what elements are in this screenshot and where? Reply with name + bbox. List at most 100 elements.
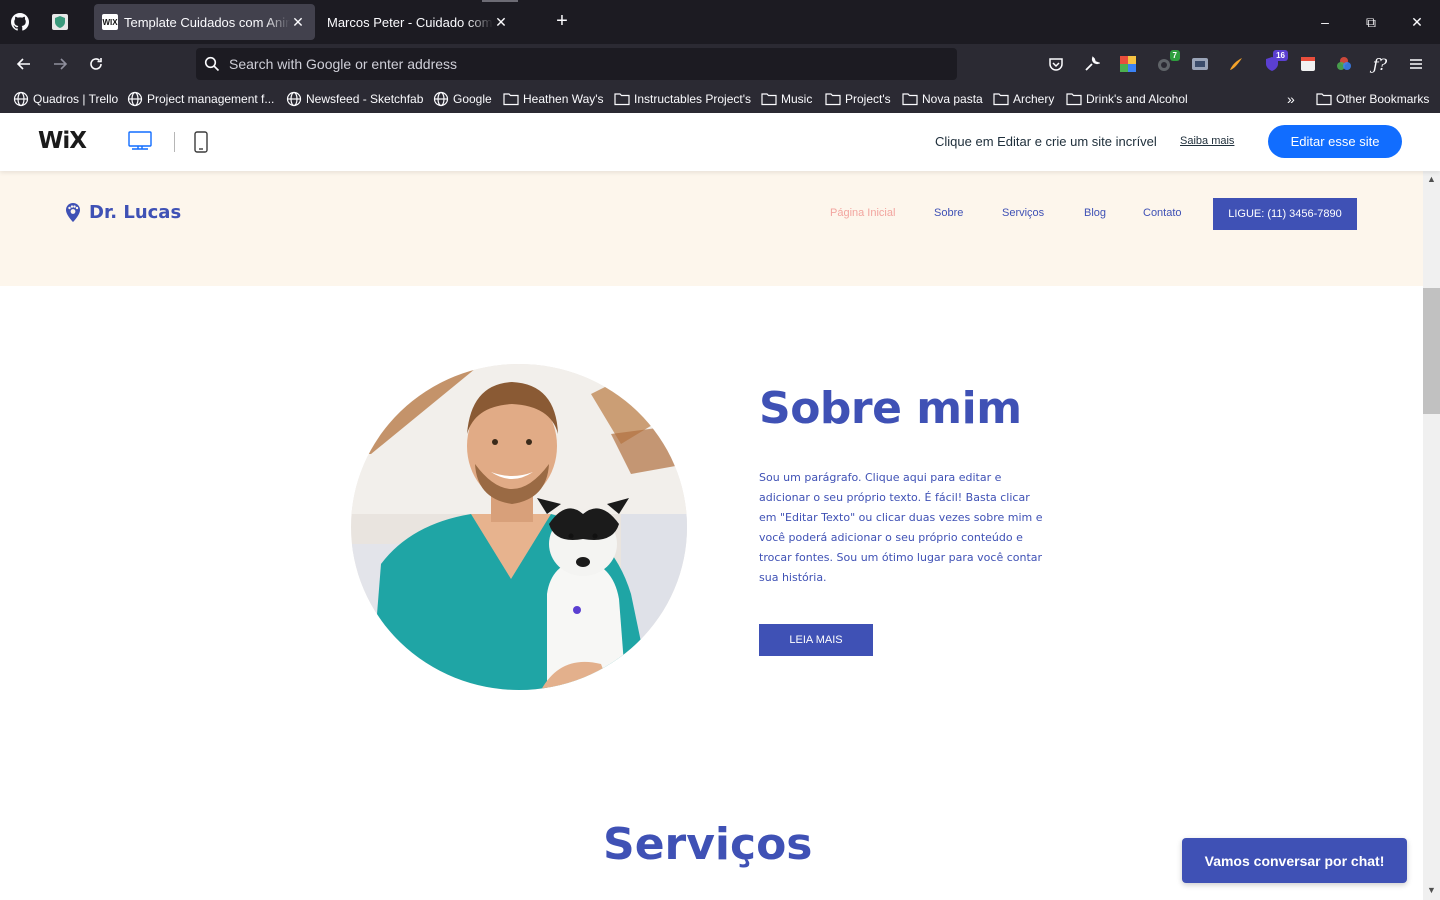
- back-arrow-icon[interactable]: [12, 52, 36, 76]
- address-bar[interactable]: [196, 48, 957, 80]
- wix-promo-text: Clique em Editar e crie um site incrível: [935, 134, 1157, 149]
- wix-favicon-icon: WIX: [102, 14, 118, 30]
- calendar-extension-icon[interactable]: [1298, 54, 1318, 74]
- folder-icon: [761, 93, 777, 106]
- chevron-double-right-icon[interactable]: »: [1287, 90, 1295, 108]
- brand-name: Dr. Lucas: [89, 201, 182, 223]
- bookmark-folder[interactable]: Nova pasta: [902, 90, 983, 108]
- browser-nav-bar: 7 16 ƒ?: [0, 44, 1440, 84]
- bookmark-label: Instructables Project's: [634, 92, 752, 106]
- screenshot-extension-icon[interactable]: [1190, 54, 1210, 74]
- extension-badge: 7: [1169, 50, 1180, 61]
- pocket-icon[interactable]: [1046, 54, 1066, 74]
- menu-item-about[interactable]: Sobre: [934, 207, 963, 219]
- edit-site-button[interactable]: Editar esse site: [1268, 125, 1402, 158]
- vet-with-dog-photo: [351, 364, 687, 690]
- address-input[interactable]: [229, 56, 929, 72]
- divider: [174, 132, 175, 152]
- read-more-button[interactable]: LEIA MAIS: [759, 624, 873, 656]
- folder-icon: [1316, 93, 1332, 106]
- menu-item-home[interactable]: Página Inicial: [830, 207, 895, 219]
- site-header: Dr. Lucas Página Inicial Sobre Serviços …: [0, 171, 1423, 286]
- bookmark-folder[interactable]: Drink's and Alcohol: [1066, 90, 1188, 108]
- bookmark-item[interactable]: Newsfeed - Sketchfab: [286, 90, 423, 108]
- close-tab-icon[interactable]: ✕: [493, 14, 509, 31]
- globe-icon: [13, 91, 29, 107]
- extension-badge: 16: [1273, 50, 1288, 61]
- search-icon: [204, 56, 220, 77]
- bookmark-label: Drink's and Alcohol: [1086, 92, 1188, 106]
- restore-button[interactable]: ⧉: [1348, 0, 1394, 44]
- wix-top-bar: WiX Clique em Editar e crie um site incr…: [0, 113, 1440, 171]
- folder-icon: [614, 93, 630, 106]
- menu-item-contact[interactable]: Contato: [1143, 207, 1182, 219]
- minimize-button[interactable]: –: [1302, 0, 1348, 44]
- tab-marcos-peter[interactable]: Marcos Peter - Cuidado com Animais ✕: [319, 4, 540, 40]
- mobile-view-icon[interactable]: [194, 131, 208, 158]
- scroll-up-icon[interactable]: ▲: [1426, 174, 1437, 185]
- folder-icon: [825, 93, 841, 106]
- bookmark-label: Heathen Way's: [523, 92, 604, 106]
- page-scrollbar[interactable]: ▲ ▼: [1423, 171, 1440, 900]
- new-tab-button[interactable]: +: [552, 10, 572, 32]
- scrollbar-thumb[interactable]: [1423, 288, 1440, 414]
- bookmark-folder[interactable]: Project's: [825, 90, 891, 108]
- bookmark-folder[interactable]: Music: [761, 90, 812, 108]
- shield-extension-icon[interactable]: 16: [1262, 50, 1288, 74]
- bookmarks-toolbar: Quadros | Trello Project management f...…: [0, 84, 1440, 113]
- bookmark-label: Google: [453, 92, 492, 106]
- paw-icon: [66, 203, 80, 222]
- wix-logo[interactable]: WiX: [38, 128, 87, 154]
- scroll-down-icon[interactable]: ▼: [1426, 885, 1437, 896]
- hamburger-menu-icon[interactable]: [1406, 54, 1426, 74]
- site-viewport: Dr. Lucas Página Inicial Sobre Serviços …: [0, 171, 1423, 900]
- tab-title: Template Cuidados com Animais: [124, 14, 290, 30]
- learn-more-link[interactable]: Saiba mais: [1180, 135, 1234, 147]
- bookmark-label: Project's: [845, 92, 891, 106]
- tab-template-cuidados[interactable]: WIX Template Cuidados com Animais ✕: [94, 4, 315, 40]
- bookmark-label: Quadros | Trello: [33, 92, 119, 106]
- chat-button[interactable]: Vamos conversar por chat!: [1182, 838, 1407, 883]
- close-tab-icon[interactable]: ✕: [290, 14, 306, 31]
- globe-icon: [286, 91, 302, 107]
- bookmark-item[interactable]: Project management f...: [127, 90, 274, 108]
- bookmark-label: Music: [781, 92, 813, 106]
- wrench-icon[interactable]: [1082, 54, 1102, 74]
- paint-extension-icon[interactable]: [1226, 54, 1246, 74]
- globe-icon: [433, 91, 449, 107]
- bookmark-label: Nova pasta: [922, 92, 983, 106]
- menu-item-services[interactable]: Serviços: [1002, 207, 1044, 219]
- about-paragraph: Sou um parágrafo. Clique aqui para edita…: [759, 471, 1043, 584]
- bookmark-item[interactable]: Google: [433, 90, 492, 108]
- menu-item-blog[interactable]: Blog: [1084, 207, 1106, 219]
- other-bookmarks-folder[interactable]: Other Bookmarks: [1316, 90, 1429, 108]
- folder-icon: [503, 93, 519, 106]
- tab-indicator: [482, 0, 518, 2]
- folder-icon: [902, 93, 918, 106]
- tab-title: Marcos Peter - Cuidado com Animais: [327, 14, 493, 30]
- color-wheel-icon[interactable]: [1334, 54, 1354, 74]
- bookmark-folder[interactable]: Heathen Way's: [503, 90, 604, 108]
- bookmark-label: Other Bookmarks: [1336, 92, 1430, 106]
- stopwatch-extension-icon[interactable]: 7: [1154, 50, 1180, 74]
- colorful-extension-icon[interactable]: [1118, 54, 1138, 74]
- close-window-button[interactable]: ✕: [1394, 0, 1440, 44]
- font-finder-icon[interactable]: ƒ?: [1370, 54, 1390, 74]
- pinned-tab-shield-icon[interactable]: [50, 12, 70, 32]
- browser-tab-bar: WIX Template Cuidados com Animais ✕ Marc…: [0, 0, 1440, 44]
- globe-icon: [127, 91, 143, 107]
- github-icon[interactable]: [10, 12, 30, 32]
- folder-icon: [993, 93, 1009, 106]
- brand-logo[interactable]: Dr. Lucas: [63, 201, 181, 223]
- desktop-view-icon[interactable]: [128, 131, 152, 158]
- forward-arrow-icon[interactable]: [48, 52, 72, 76]
- bookmark-label: Project management f...: [147, 92, 275, 106]
- bookmark-label: Archery: [1013, 92, 1055, 106]
- bookmark-folder[interactable]: Archery: [993, 90, 1054, 108]
- reload-icon[interactable]: [84, 52, 108, 76]
- bookmark-folder[interactable]: Instructables Project's: [614, 90, 751, 108]
- bookmark-item[interactable]: Quadros | Trello: [13, 90, 118, 108]
- about-title: Sobre mim: [759, 383, 1022, 434]
- call-button[interactable]: LIGUE: (11) 3456-7890: [1213, 198, 1357, 230]
- bookmark-label: Newsfeed - Sketchfab: [306, 92, 424, 106]
